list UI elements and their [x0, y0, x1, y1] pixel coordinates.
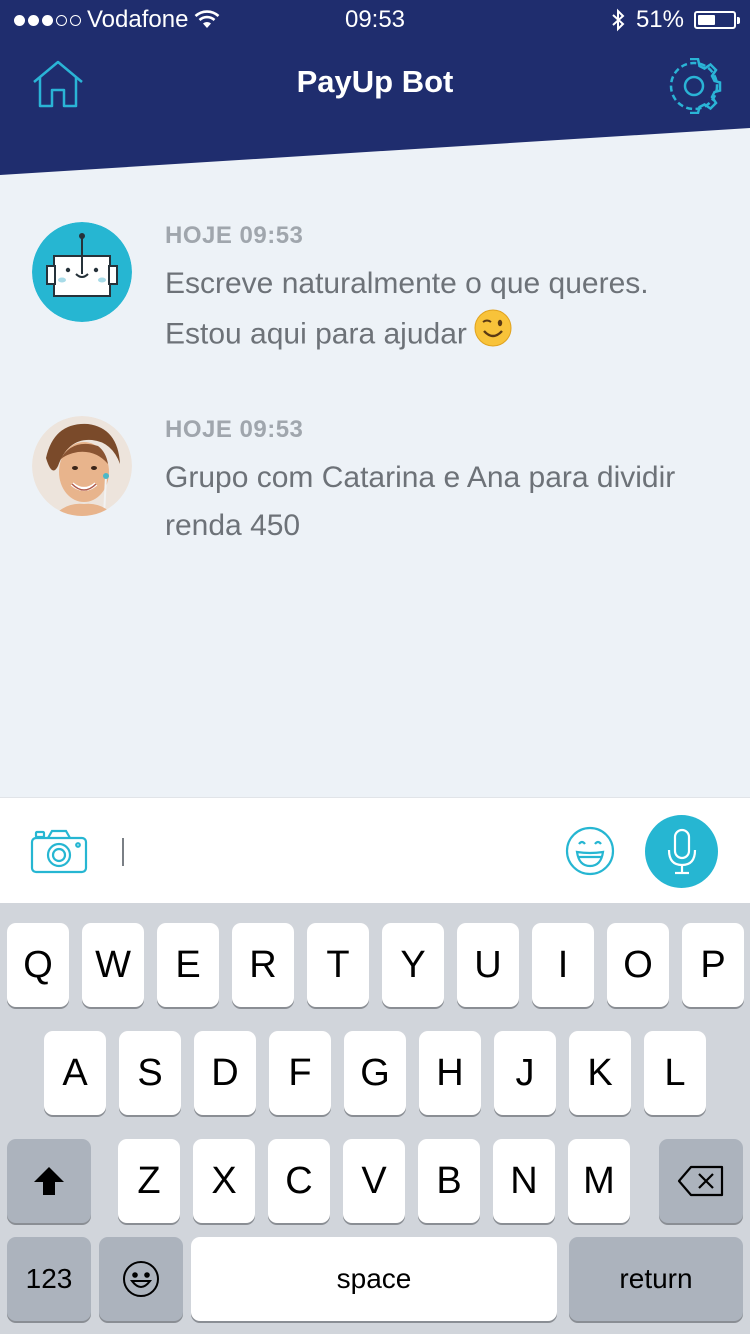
chat-message-bot: HOJE 09:53 Escreve naturalmente o que qu… — [32, 222, 722, 352]
key-t[interactable]: T — [307, 923, 369, 1007]
camera-button[interactable] — [30, 828, 88, 874]
key-emoji[interactable] — [99, 1237, 183, 1321]
settings-button[interactable] — [666, 57, 722, 115]
battery-icon — [694, 11, 740, 29]
key-v[interactable]: V — [343, 1139, 405, 1223]
key-w[interactable]: W — [82, 923, 144, 1007]
backspace-icon — [677, 1165, 724, 1197]
app-header: Vodafone 09:53 51% PayUp Bot — [0, 0, 750, 175]
key-shift[interactable] — [7, 1139, 91, 1223]
key-y[interactable]: Y — [382, 923, 444, 1007]
key-o[interactable]: O — [607, 923, 669, 1007]
page-title: PayUp Bot — [296, 64, 454, 99]
bluetooth-icon — [612, 8, 625, 32]
bot-avatar — [32, 222, 132, 322]
message-text: Escreve naturalmente o que queres. Estou… — [165, 260, 725, 363]
shift-icon — [34, 1167, 64, 1195]
user-avatar — [32, 416, 132, 516]
chat-message-user: HOJE 09:53 Grupo com Catarina e Ana para… — [32, 416, 722, 546]
gear-icon — [669, 57, 722, 115]
status-bar: Vodafone 09:53 51% — [0, 0, 750, 40]
battery-percent: 51% — [635, 6, 684, 33]
message-input-bar — [0, 797, 750, 904]
camera-icon — [30, 829, 88, 874]
emoji-button[interactable] — [565, 826, 615, 876]
key-z[interactable]: Z — [118, 1139, 180, 1223]
key-i[interactable]: I — [532, 923, 594, 1007]
keyboard-emoji-icon — [123, 1261, 159, 1297]
key-j[interactable]: J — [494, 1031, 556, 1115]
key-l[interactable]: L — [644, 1031, 706, 1115]
text-cursor[interactable] — [122, 838, 124, 866]
message-timestamp: HOJE 09:53 — [165, 416, 304, 443]
key-s[interactable]: S — [119, 1031, 181, 1115]
key-return[interactable]: return — [569, 1237, 743, 1321]
key-d[interactable]: D — [194, 1031, 256, 1115]
key-numbers[interactable]: 123 — [7, 1237, 91, 1321]
on-screen-keyboard: 123 space return QWERTYUIOP ASDFGHJKL ZXCV… — [0, 903, 750, 1334]
message-text: Grupo com Catarina e Ana para dividir re… — [165, 461, 676, 542]
key-p[interactable]: P — [682, 923, 744, 1007]
smiley-icon — [565, 826, 615, 876]
key-e[interactable]: E — [157, 923, 219, 1007]
key-n[interactable]: N — [493, 1139, 555, 1223]
microphone-button[interactable] — [645, 815, 718, 888]
winking-face-emoji-icon — [473, 308, 513, 363]
key-c[interactable]: C — [268, 1139, 330, 1223]
key-backspace[interactable] — [659, 1139, 743, 1223]
key-space[interactable]: space — [191, 1237, 557, 1321]
key-x[interactable]: X — [193, 1139, 255, 1223]
key-a[interactable]: A — [44, 1031, 106, 1115]
key-m[interactable]: M — [568, 1139, 630, 1223]
key-f[interactable]: F — [269, 1031, 331, 1115]
key-k[interactable]: K — [569, 1031, 631, 1115]
key-r[interactable]: R — [232, 923, 294, 1007]
key-q[interactable]: Q — [7, 923, 69, 1007]
key-u[interactable]: U — [457, 923, 519, 1007]
key-g[interactable]: G — [344, 1031, 406, 1115]
key-b[interactable]: B — [418, 1139, 480, 1223]
message-timestamp: HOJE 09:53 — [165, 222, 304, 249]
key-h[interactable]: H — [419, 1031, 481, 1115]
microphone-icon — [667, 828, 696, 874]
